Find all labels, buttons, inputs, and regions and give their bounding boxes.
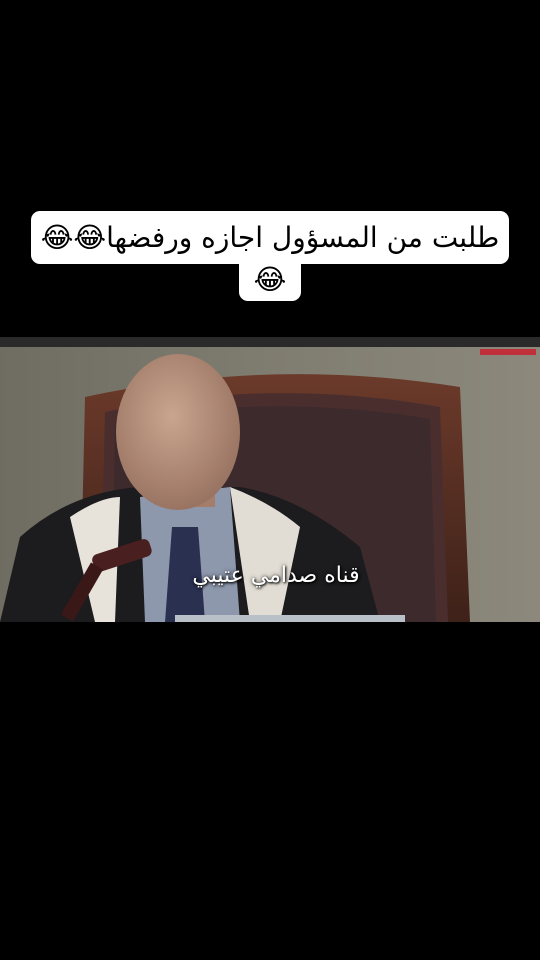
video-player[interactable]: قناه صدامي عتيبي: [0, 337, 540, 622]
caption-emoji: 😂: [239, 258, 301, 301]
caption-text: طلبت من المسؤول اجازه ورفضها😂😂: [31, 211, 509, 264]
channel-watermark: قناه صدامي عتيبي: [192, 563, 360, 588]
laughing-emoji-icon: 😂: [253, 263, 287, 296]
